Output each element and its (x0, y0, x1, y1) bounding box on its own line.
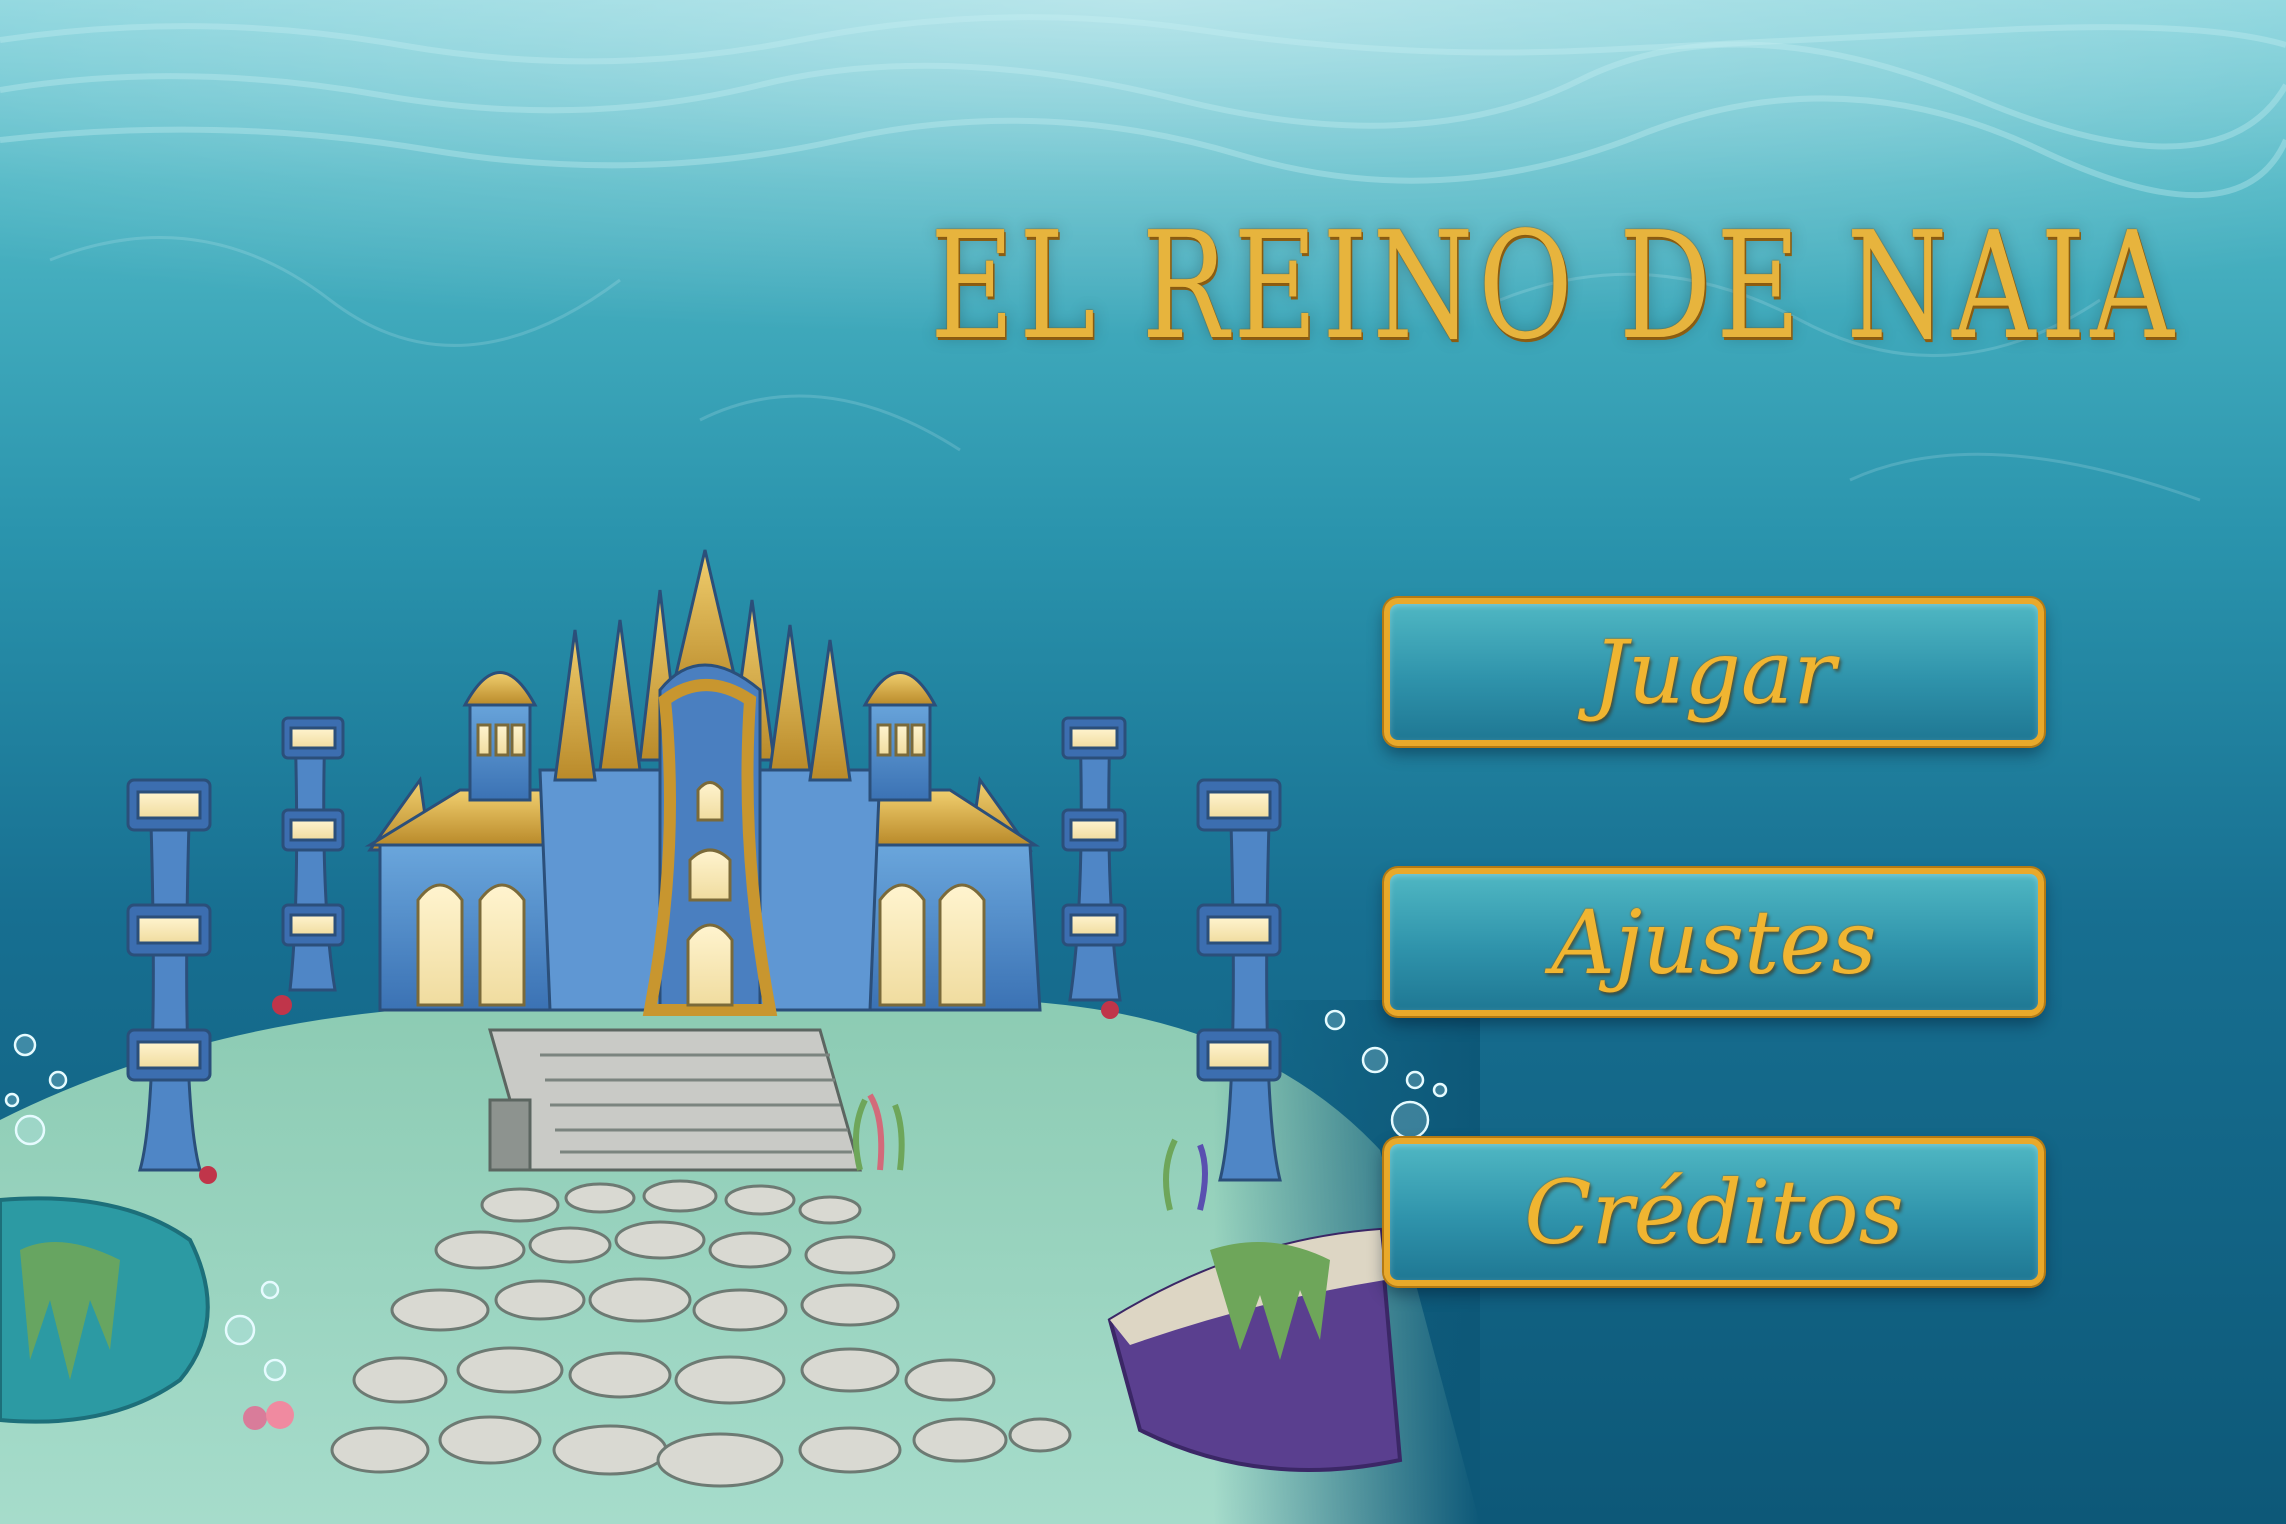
settings-button[interactable]: Ajustes (1384, 868, 2044, 1016)
game-title: EL REINO DE NAIA (930, 200, 2179, 372)
settings-button-label: Ajustes (1551, 890, 1877, 994)
play-button-label: Jugar (1592, 620, 1836, 724)
credits-button[interactable]: Créditos (1384, 1138, 2044, 1286)
play-button[interactable]: Jugar (1384, 598, 2044, 746)
credits-button-label: Créditos (1524, 1160, 1904, 1264)
